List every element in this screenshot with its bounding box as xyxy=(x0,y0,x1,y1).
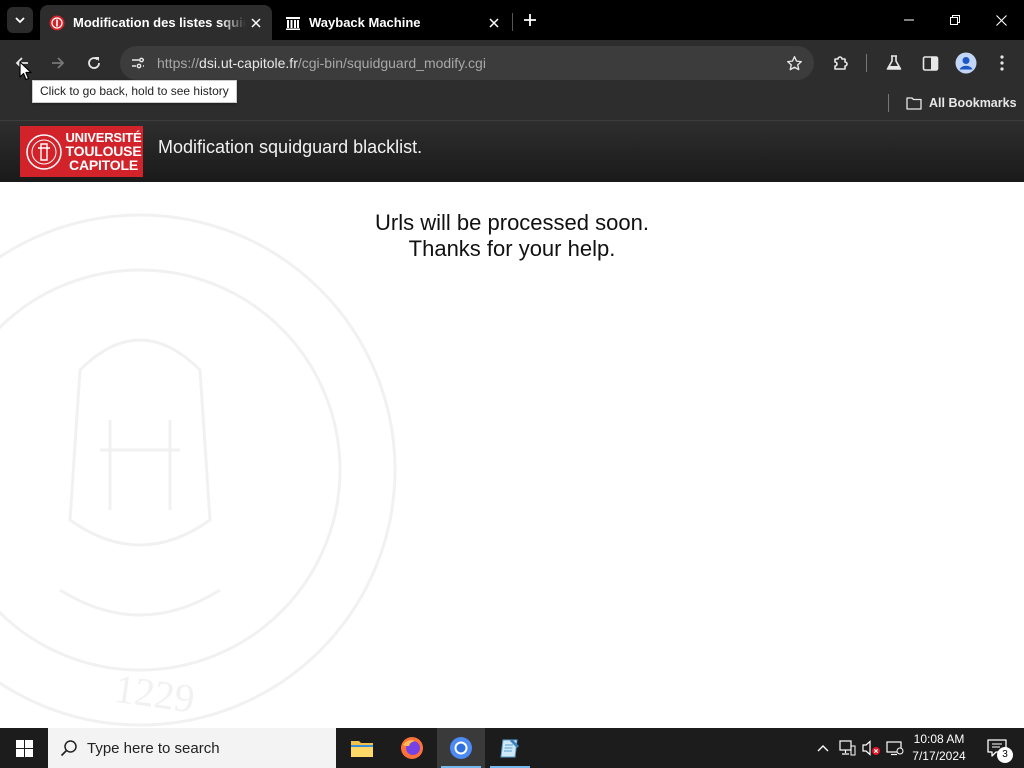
show-hidden-icons-button[interactable] xyxy=(814,728,832,768)
start-button[interactable] xyxy=(0,728,48,768)
monitor-icon xyxy=(886,741,904,756)
close-window-button[interactable] xyxy=(978,0,1024,40)
clock-date: 7/17/2024 xyxy=(912,749,966,763)
network-status-button[interactable] xyxy=(836,728,858,768)
url-path: /cgi-bin/squidguard_modify.cgi xyxy=(297,55,486,71)
url-host: dsi.ut-capitole.fr xyxy=(199,55,298,71)
taskbar-search-box[interactable]: Type here to search xyxy=(48,728,336,768)
system-clock[interactable]: 10:08 AM 7/17/2024 xyxy=(908,731,970,765)
volume-button[interactable] xyxy=(860,728,882,768)
forward-button[interactable] xyxy=(44,49,72,77)
page-title: Modification squidguard blacklist. xyxy=(158,137,423,157)
bookmarks-divider xyxy=(888,94,889,112)
message-line: Urls will be processed soon. xyxy=(375,210,649,235)
close-icon[interactable] xyxy=(484,13,504,33)
action-center-button[interactable]: 3 xyxy=(980,728,1014,768)
message-line: Thanks for your help. xyxy=(408,236,616,261)
profile-button[interactable] xyxy=(954,51,978,75)
all-bookmarks-button[interactable]: All Bookmarks xyxy=(906,93,1017,113)
address-bar[interactable]: https://dsi.ut-capitole.fr/cgi-bin/squid… xyxy=(120,46,814,80)
search-placeholder: Type here to search xyxy=(87,739,220,757)
url-prefix: https:// xyxy=(157,55,200,71)
chrome-taskbar-button[interactable] xyxy=(437,728,485,768)
flask-icon xyxy=(886,55,902,70)
archive-building-icon xyxy=(286,16,300,30)
arrow-right-icon xyxy=(52,57,65,69)
tab-squidguard[interactable]: Modification des listes squidguard xyxy=(40,5,272,40)
firefox-icon xyxy=(401,737,423,759)
ut-capitole-favicon-icon xyxy=(49,15,65,30)
side-panel-button[interactable] xyxy=(918,51,942,75)
tab-strip: Modification des listes squidguard Wayba… xyxy=(0,0,1024,40)
seal-icon xyxy=(26,133,62,170)
confirmation-message: Urls will be processed soon. Thanks for … xyxy=(0,210,1024,262)
chrome-labs-button[interactable] xyxy=(882,51,906,75)
search-icon xyxy=(60,740,77,757)
plus-icon xyxy=(524,14,536,26)
display-button[interactable] xyxy=(884,728,906,768)
firefox-taskbar-button[interactable] xyxy=(388,728,436,768)
menu-button[interactable] xyxy=(990,51,1014,75)
tab-title: Modification des listes squidguard xyxy=(73,15,246,30)
tab-title: Wayback Machine xyxy=(309,15,421,30)
notification-count-badge: 3 xyxy=(997,747,1013,763)
tab-search-button[interactable] xyxy=(7,7,33,33)
extensions-button[interactable] xyxy=(829,51,853,75)
notepad-taskbar-button[interactable] xyxy=(486,728,534,768)
clock-time: 10:08 AM xyxy=(913,732,965,746)
minimize-icon xyxy=(904,19,914,21)
notepad-icon xyxy=(500,739,519,758)
site-info-button[interactable] xyxy=(128,53,148,73)
toolbar-divider xyxy=(866,54,867,72)
windows-taskbar: Type here to search 10:08 AM 7/17/2024 3 xyxy=(0,728,1024,768)
university-seal-watermark: 1229 xyxy=(0,213,397,727)
minimize-button[interactable] xyxy=(886,0,932,40)
reload-button[interactable] xyxy=(80,49,108,77)
logo-line: TOULOUSE xyxy=(65,143,142,159)
site-header: UNIVERSITÉ TOULOUSE CAPITOLE Modificatio… xyxy=(0,120,1024,182)
avatar-icon xyxy=(955,52,977,74)
tune-icon xyxy=(132,57,144,69)
star-icon xyxy=(786,55,802,70)
chrome-icon xyxy=(450,737,472,759)
back-button-tooltip: Click to go back, hold to see history xyxy=(32,80,237,103)
chevron-up-icon xyxy=(817,745,829,752)
university-logo[interactable]: UNIVERSITÉ TOULOUSE CAPITOLE xyxy=(20,126,143,177)
file-explorer-taskbar-button[interactable] xyxy=(338,728,386,768)
volume-muted-icon xyxy=(862,740,880,756)
folder-icon xyxy=(906,97,922,110)
bookmark-star-button[interactable] xyxy=(784,53,804,73)
logo-wordmark: UNIVERSITÉ TOULOUSE CAPITOLE xyxy=(64,131,143,172)
windows-logo-icon xyxy=(15,739,33,757)
all-bookmarks-label: All Bookmarks xyxy=(929,96,1017,110)
logo-line: CAPITOLE xyxy=(69,157,138,173)
side-panel-icon xyxy=(922,55,938,71)
new-tab-button[interactable] xyxy=(520,10,540,30)
close-icon[interactable] xyxy=(246,13,266,33)
tab-divider xyxy=(512,13,513,31)
kebab-menu-icon xyxy=(1000,55,1004,71)
tab-wayback-machine[interactable]: Wayback Machine xyxy=(276,5,510,40)
network-icon xyxy=(839,740,856,756)
watermark-year: 1229 xyxy=(112,666,197,722)
chevron-down-icon xyxy=(15,17,25,24)
restore-icon xyxy=(950,15,960,25)
restore-button[interactable] xyxy=(932,0,978,40)
close-icon xyxy=(995,14,1007,26)
puzzle-icon xyxy=(834,56,848,70)
reload-icon xyxy=(88,57,100,69)
mouse-cursor-icon xyxy=(19,61,32,81)
page-content: 1229 UNIVERSITÉ TOULOUSE CAPITOLE Modifi… xyxy=(0,120,1024,728)
url-text: https://dsi.ut-capitole.fr/cgi-bin/squid… xyxy=(157,55,486,71)
folder-icon xyxy=(351,741,373,757)
